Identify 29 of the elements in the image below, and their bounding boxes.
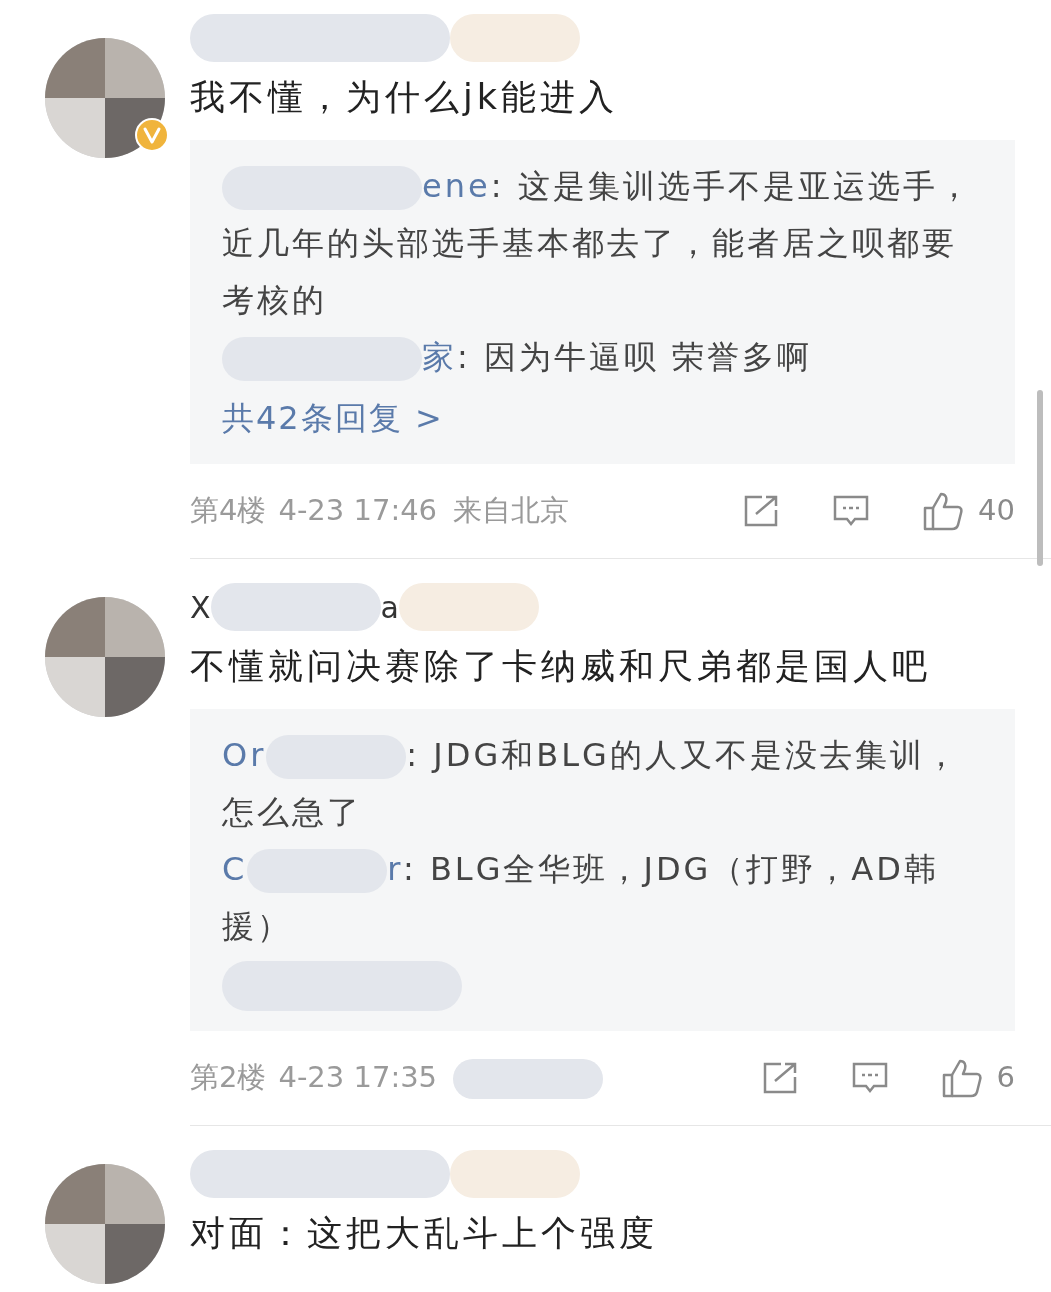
comment-icon[interactable] [850, 1061, 889, 1095]
comment-text: 不懂就问决赛除了卡纳威和尺弟都是国人吧 [190, 645, 932, 688]
floor-label: 第4楼 [190, 492, 267, 530]
reply-text[interactable]: C r: BLG全华班，JDG（打野，AD韩援） [222, 841, 983, 955]
thumbs-up-icon[interactable] [922, 491, 965, 531]
timestamp: 4-23 17:46 [278, 492, 438, 530]
comment-text: 对面：这把大乱斗上个强度 [190, 1212, 659, 1255]
reply-text[interactable]: Or : JDG和BLG的人又不是没去集训，怎么急了 [222, 727, 983, 841]
reply-username[interactable]: 家 [422, 338, 457, 376]
avatar[interactable] [45, 1164, 165, 1284]
username[interactable]: X [190, 584, 211, 630]
avatar[interactable] [45, 597, 165, 717]
reply-username[interactable]: r [387, 850, 403, 888]
reply-username[interactable]: Or [222, 736, 267, 774]
like-count: 6 [996, 1059, 1015, 1097]
more-replies-link[interactable]: 共42条回复 > [222, 386, 983, 450]
avatar[interactable] [45, 38, 165, 158]
floor-label: 第2楼 [190, 1059, 267, 1097]
comment-text: 我不懂，为什么jk能进入 [190, 76, 619, 119]
reply-text[interactable]: ene: 这是集训选手不是亚运选手，近几年的头部选手基本都去了，能者居之呗都要考核的 [222, 158, 983, 329]
timestamp: 4-23 17:35 [278, 1059, 438, 1097]
like-count: 40 [978, 492, 1015, 530]
comment-icon[interactable] [832, 494, 871, 528]
location-label: 来自北京 [453, 492, 570, 530]
reply-username[interactable]: C [222, 850, 248, 888]
username[interactable]: a [380, 584, 399, 630]
reply-text[interactable]: 家: 因为牛逼呗 荣誉多啊 [222, 329, 983, 386]
reply-username[interactable]: ene [422, 167, 491, 205]
thumbs-up-icon[interactable] [940, 1058, 983, 1098]
